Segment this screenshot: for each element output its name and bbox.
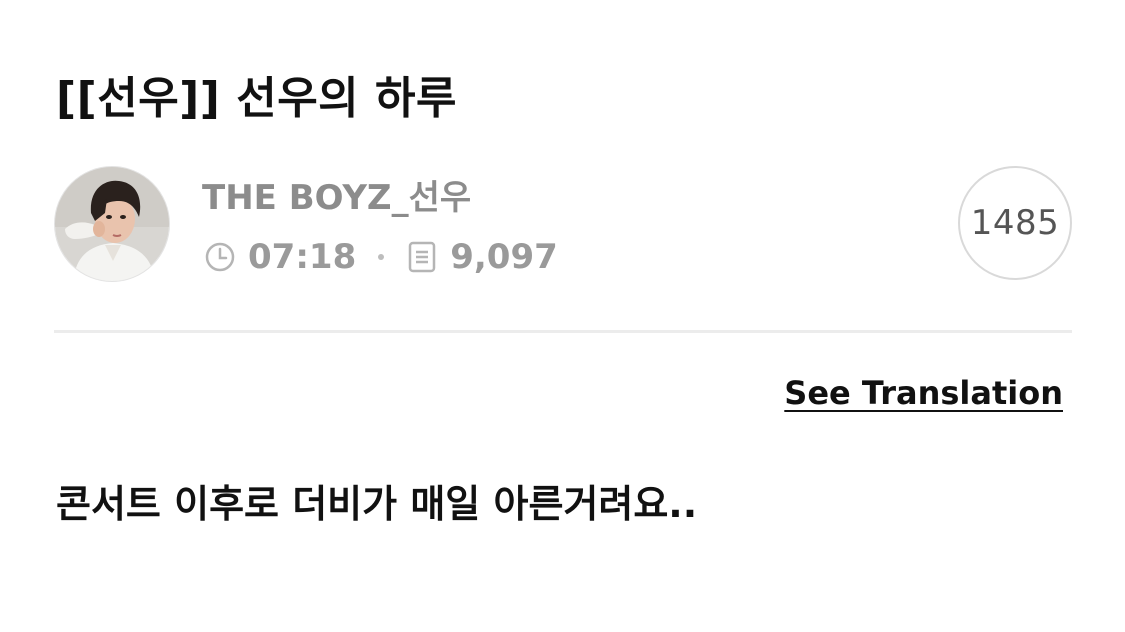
- count-badge[interactable]: 1485: [958, 166, 1072, 280]
- document-icon: [404, 239, 440, 275]
- author-name[interactable]: THE BOYZ_선우: [202, 178, 471, 218]
- avatar-photo: [55, 167, 169, 281]
- clock-icon: [202, 239, 238, 275]
- author-row: THE BOYZ_선우 07:18 9,097 1485: [54, 166, 1072, 284]
- separator-dot: [378, 254, 385, 260]
- divider: [54, 330, 1072, 333]
- view-count: 9,097: [450, 237, 558, 277]
- see-translation-link[interactable]: See Translation: [784, 374, 1063, 412]
- post-meta: 07:18 9,097: [202, 236, 558, 278]
- avatar[interactable]: [54, 166, 170, 282]
- post-time: 07:18: [248, 237, 357, 277]
- post-body: 콘서트 이후로 더비가 매일 아른거려요..: [56, 482, 698, 526]
- post-title: [[선우]] 선우의 하루: [56, 73, 457, 124]
